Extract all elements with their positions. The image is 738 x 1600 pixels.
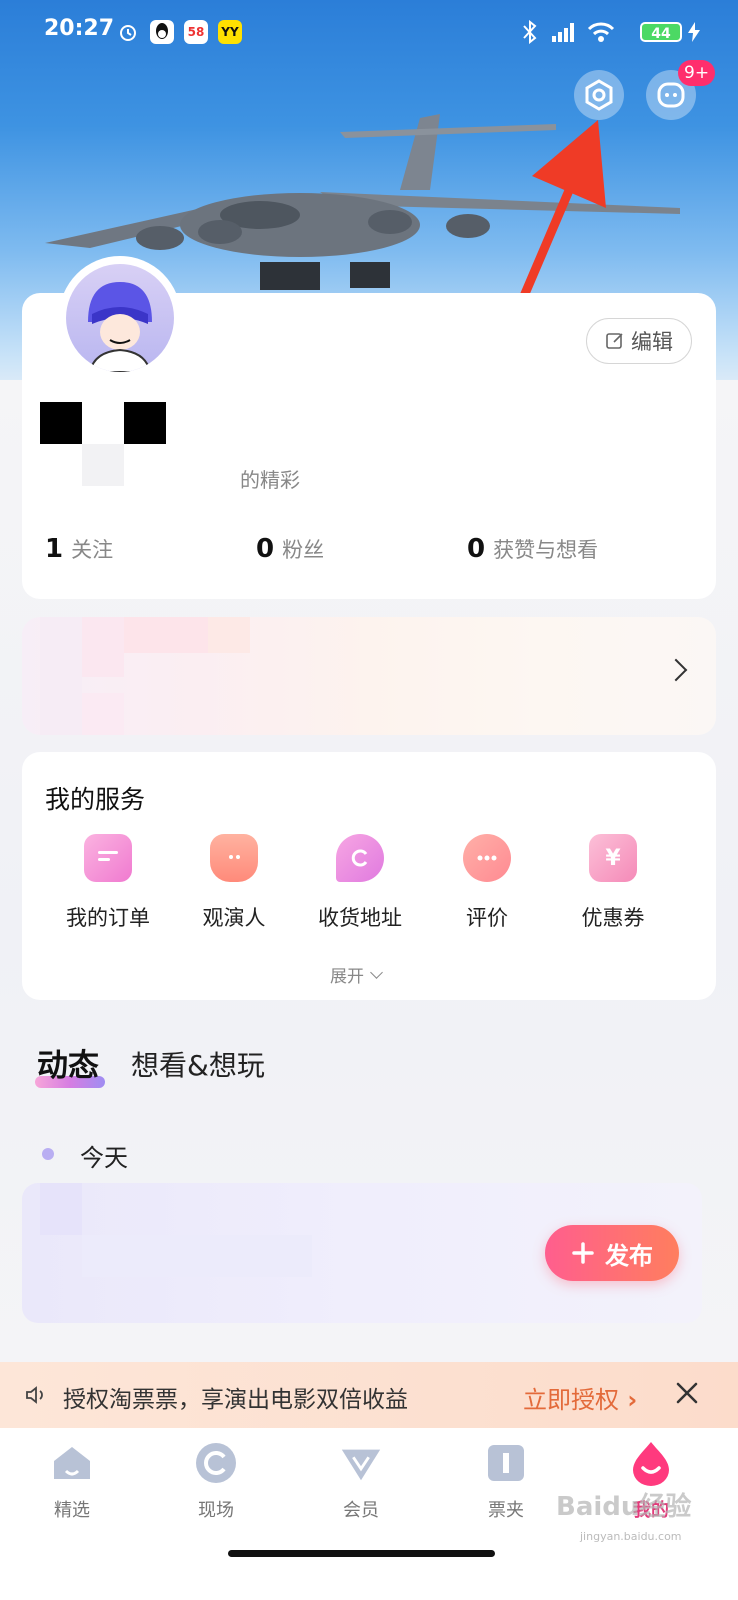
nav-tickets[interactable]: 票夹 xyxy=(456,1440,556,1522)
stat-following[interactable]: 1 关注 xyxy=(45,534,113,564)
vip-icon xyxy=(338,1440,384,1486)
service-coupon[interactable]: ¥ 优惠券 xyxy=(553,834,673,932)
timeline-dot xyxy=(42,1148,54,1160)
nav-live[interactable]: 现场 xyxy=(166,1440,266,1522)
service-orders[interactable]: 我的订单 xyxy=(48,834,168,932)
edit-label: 编辑 xyxy=(631,330,673,354)
review-icon xyxy=(463,834,511,882)
speaker-icon xyxy=(24,1383,48,1411)
wifi-icon xyxy=(586,20,616,48)
blurred-pixel xyxy=(82,1235,312,1277)
battery-indicator: 44 xyxy=(640,22,682,42)
chevron-right-icon: › xyxy=(619,1386,638,1414)
redacted-username-block xyxy=(124,402,166,444)
hexagon-settings-icon xyxy=(585,79,613,111)
blurred-pixel xyxy=(82,693,124,735)
chevron-down-icon xyxy=(370,965,383,979)
service-review[interactable]: 评价 xyxy=(427,834,547,932)
profile-bio: 的精彩 xyxy=(240,468,300,492)
avatar-illustration xyxy=(88,282,152,372)
tab-wishlist[interactable]: 想看&想玩 xyxy=(131,1044,265,1084)
order-icon xyxy=(84,834,132,882)
ticket-icon xyxy=(483,1440,529,1486)
address-icon xyxy=(336,834,384,882)
expand-services-button[interactable]: 展开 xyxy=(330,962,383,987)
avatar[interactable] xyxy=(66,264,174,372)
nav-vip[interactable]: 会员 xyxy=(311,1440,411,1522)
alarm-icon xyxy=(116,20,140,44)
qq-icon xyxy=(150,20,174,44)
redacted-username-block xyxy=(40,402,82,444)
audience-icon xyxy=(210,834,258,882)
status-time: 20:27 xyxy=(44,16,115,41)
blurred-pixel xyxy=(40,617,82,735)
settings-button[interactable] xyxy=(574,70,624,120)
stat-likes[interactable]: 0 获赞与想看 xyxy=(467,534,598,564)
charging-icon xyxy=(688,22,700,46)
nav-featured[interactable]: 精选 xyxy=(22,1440,122,1522)
membership-banner[interactable] xyxy=(22,617,716,735)
yy-icon: YY xyxy=(218,20,242,44)
stat-followers[interactable]: 0 粉丝 xyxy=(256,534,324,564)
58-icon: 58 xyxy=(184,20,208,44)
notice-text: 授权淘票票，享演出电影双倍收益 xyxy=(63,1387,408,1413)
blurred-pixel xyxy=(82,617,124,677)
authorize-now-link[interactable]: 立即授权 › xyxy=(523,1380,637,1415)
profile-icon xyxy=(628,1440,674,1486)
home-icon xyxy=(49,1440,95,1486)
blurred-pixel xyxy=(124,617,208,653)
plus-icon xyxy=(572,1242,594,1264)
message-badge: 9+ xyxy=(678,60,716,86)
publish-button[interactable]: 发布 xyxy=(545,1225,679,1281)
close-icon[interactable] xyxy=(672,1378,702,1408)
watermark: Baidu经验 xyxy=(556,1492,692,1522)
service-audience[interactable]: 观演人 xyxy=(174,834,294,932)
coupon-icon: ¥ xyxy=(589,834,637,882)
tab-activity[interactable]: 动态 xyxy=(37,1040,99,1085)
live-icon xyxy=(193,1440,239,1486)
home-indicator[interactable] xyxy=(228,1550,495,1557)
service-address[interactable]: 收货地址 xyxy=(300,834,420,932)
edit-icon xyxy=(606,333,623,349)
edit-profile-button[interactable]: 编辑 xyxy=(586,318,692,364)
watermark-url: jingyan.baidu.com xyxy=(580,1530,682,1543)
services-title: 我的服务 xyxy=(45,785,146,814)
redacted-username-block xyxy=(82,444,124,486)
blurred-pixel xyxy=(40,1183,82,1235)
bluetooth-icon xyxy=(522,19,538,48)
timeline-date: 今天 xyxy=(80,1144,128,1172)
blurred-pixel xyxy=(208,617,250,653)
signal-icon xyxy=(548,20,578,48)
